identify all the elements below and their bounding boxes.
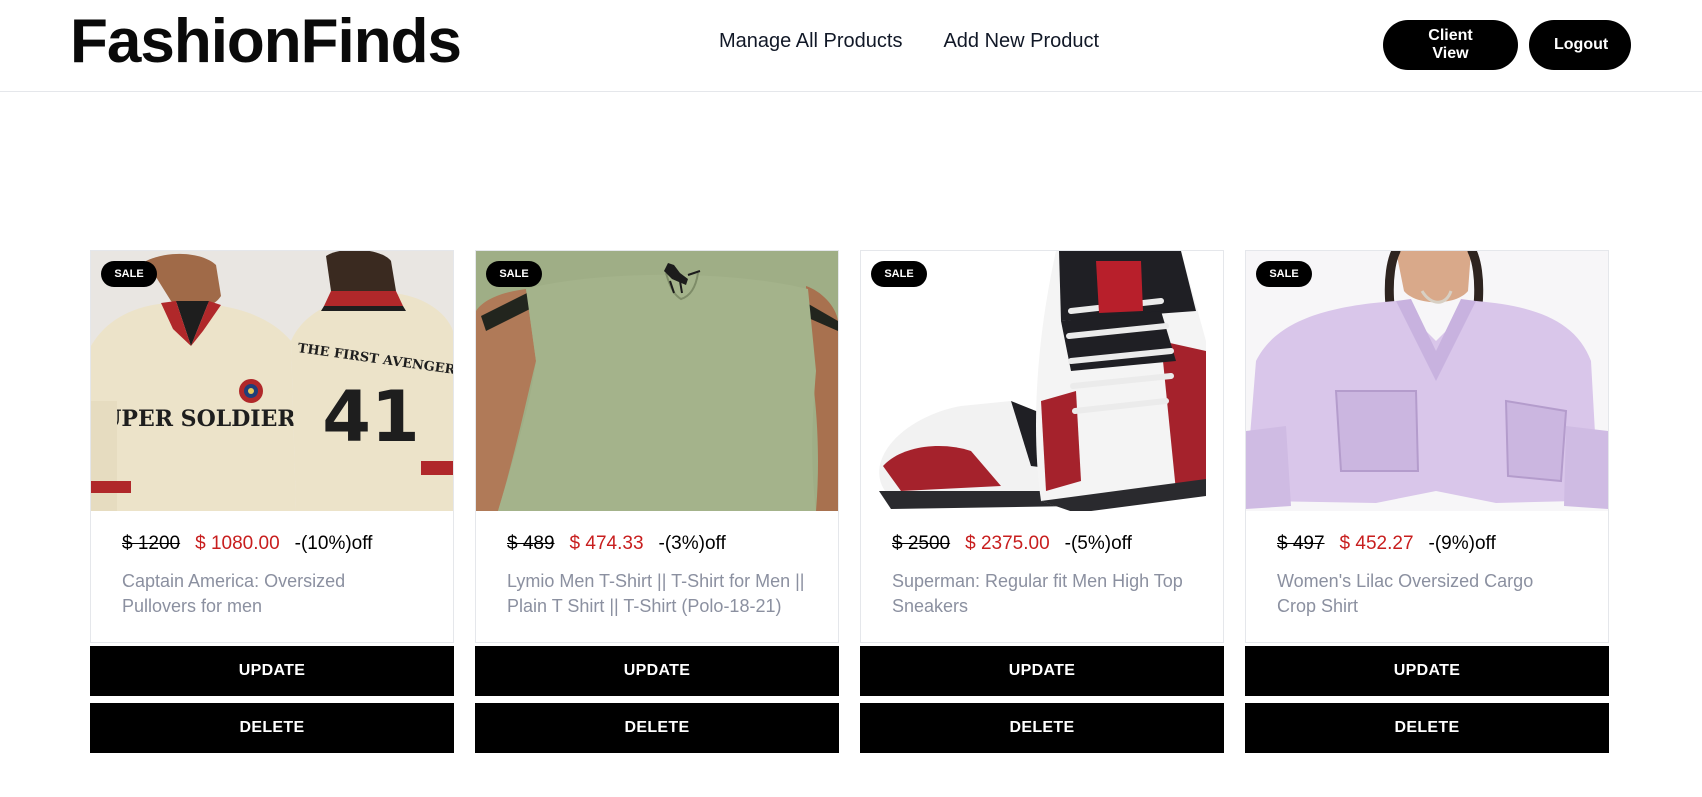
price-row: $ 497 $ 452.27 -(9%)off [1277,533,1577,555]
delete-button[interactable]: DELETE [475,703,839,753]
product-image: SALE [1246,251,1608,511]
product-card-body: SALE $ 2500 $ 2375.00 -(5%)off Superman:… [860,250,1224,643]
nav-link-add-product[interactable]: Add New Product [943,28,1099,54]
product-card-body: SALE SUPER SOLDIER THE FIRST AVENGER 41 … [90,250,454,643]
original-price: $ 489 [507,533,555,554]
sale-price: $ 452.27 [1339,533,1414,554]
product-title[interactable]: Superman: Regular fit Men High Top Sneak… [892,569,1192,619]
original-price: $ 497 [1277,533,1325,554]
update-button[interactable]: UPDATE [90,646,454,696]
price-row: $ 489 $ 474.33 -(3%)off [507,533,807,555]
price-row: $ 2500 $ 2375.00 -(5%)off [892,533,1192,555]
product-grid: SALE SUPER SOLDIER THE FIRST AVENGER 41 … [90,250,1609,753]
product-card: SALE $ 497 $ 452.27 -(9%)off Women's Lil… [1245,250,1609,753]
product-info: $ 497 $ 452.27 -(9%)off Women's Lilac Ov… [1246,511,1608,619]
update-button[interactable]: UPDATE [1245,646,1609,696]
delete-button[interactable]: DELETE [1245,703,1609,753]
polo-shirt-image [476,251,838,511]
sale-badge: SALE [101,261,157,287]
delete-button[interactable]: DELETE [860,703,1224,753]
client-view-button[interactable]: Client View [1383,20,1518,70]
delete-button[interactable]: DELETE [90,703,454,753]
pullover-print-text: SUPER SOLDIER [91,406,296,432]
product-image: SALE SUPER SOLDIER THE FIRST AVENGER 41 [91,251,453,511]
product-title[interactable]: Women's Lilac Oversized Cargo Crop Shirt [1277,569,1577,619]
sale-price: $ 1080.00 [195,533,280,554]
sale-badge: SALE [1256,261,1312,287]
sale-price: $ 474.33 [569,533,644,554]
sale-badge: SALE [486,261,542,287]
product-card: SALE $ 489 $ 474.33 -(3%)off Lymio Men T… [475,250,839,753]
update-button[interactable]: UPDATE [860,646,1224,696]
sale-price: $ 2375.00 [965,533,1050,554]
product-title[interactable]: Captain America: Oversized Pullovers for… [122,569,422,619]
product-info: $ 2500 $ 2375.00 -(5%)off Superman: Regu… [861,511,1223,619]
product-card-body: SALE $ 497 $ 452.27 -(9%)off Women's Lil… [1245,250,1609,643]
original-price: $ 1200 [122,533,181,554]
discount-label: -(9%)off [1428,533,1496,554]
navbar: FashionFinds Manage All Products Add New… [0,0,1702,92]
update-button[interactable]: UPDATE [475,646,839,696]
pullover-image: SUPER SOLDIER THE FIRST AVENGER 41 [91,251,453,511]
discount-label: -(10%)off [294,533,373,554]
product-card: SALE $ 2500 $ 2375.00 -(5%)off Superman:… [860,250,1224,753]
product-title[interactable]: Lymio Men T-Shirt || T-Shirt for Men || … [507,569,807,619]
product-card-body: SALE $ 489 $ 474.33 -(3%)off Lymio Men T… [475,250,839,643]
logout-button[interactable]: Logout [1529,20,1631,70]
sneakers-image [861,251,1223,511]
product-image: SALE [861,251,1223,511]
brand-logo[interactable]: FashionFinds [70,6,462,78]
pullover-number-text: 41 [322,376,419,458]
discount-label: -(5%)off [1064,533,1132,554]
product-image: SALE [476,251,838,511]
crop-shirt-image [1246,251,1608,511]
sale-badge: SALE [871,261,927,287]
product-info: $ 1200 $ 1080.00 -(10%)off Captain Ameri… [91,511,453,619]
original-price: $ 2500 [892,533,951,554]
discount-label: -(3%)off [658,533,726,554]
price-row: $ 1200 $ 1080.00 -(10%)off [122,533,422,555]
nav-link-manage-products[interactable]: Manage All Products [719,28,902,54]
nav-actions: Client View Logout [1383,20,1631,70]
product-info: $ 489 $ 474.33 -(3%)off Lymio Men T-Shir… [476,511,838,619]
product-card: SALE SUPER SOLDIER THE FIRST AVENGER 41 … [90,250,454,753]
nav-links: Manage All Products Add New Product [719,28,1099,54]
